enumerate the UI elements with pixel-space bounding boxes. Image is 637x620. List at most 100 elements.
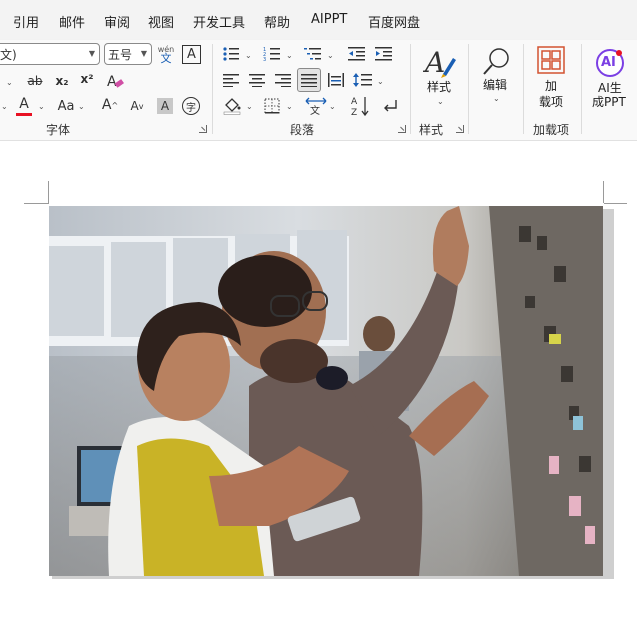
svg-text:3: 3 xyxy=(263,57,266,62)
ai-ppt-line2: 成PPT xyxy=(592,95,626,109)
paint-bucket-icon xyxy=(223,98,241,115)
search-icon xyxy=(483,48,509,75)
character-shading-button[interactable]: A xyxy=(157,98,173,114)
multilevel-list-button[interactable] xyxy=(304,45,322,63)
svg-text:A: A xyxy=(107,74,117,90)
justify-button[interactable] xyxy=(297,68,321,92)
enclose-characters-button[interactable]: 字 xyxy=(182,97,200,115)
chevron-down-icon[interactable]: ⌄ xyxy=(286,51,293,60)
font-color-button[interactable]: A xyxy=(15,95,33,117)
borders-icon xyxy=(264,98,280,114)
crop-mark xyxy=(603,181,604,203)
crop-mark xyxy=(48,181,49,203)
chevron-down-icon[interactable]: ⌄ xyxy=(6,78,13,87)
chinese-layout-icon: 文 xyxy=(305,97,327,115)
grow-font-button[interactable]: A ^ xyxy=(100,95,120,115)
show-hide-marks-button[interactable] xyxy=(380,96,400,116)
tab-review[interactable]: 审阅 xyxy=(104,12,130,31)
tab-aippt[interactable]: AIPPT xyxy=(311,12,347,27)
distributed-button[interactable] xyxy=(327,71,345,89)
decrease-indent-button[interactable] xyxy=(348,45,366,63)
subscript-button[interactable]: x₂ xyxy=(53,72,71,90)
tab-view[interactable]: 视图 xyxy=(148,12,174,31)
phonetic-guide-button[interactable]: wén 文 xyxy=(156,42,176,66)
font-group-label: 字体 xyxy=(46,123,71,137)
font-size-value: 五号 xyxy=(108,47,133,62)
svg-text:Z: Z xyxy=(351,108,357,117)
chevron-down-icon[interactable]: ⌄ xyxy=(1,102,8,111)
chevron-down-icon: ▼ xyxy=(88,49,95,58)
pinyin-bottom: 文 xyxy=(160,52,172,65)
addins-button[interactable] xyxy=(536,45,566,75)
chevron-down-icon[interactable]: ⌄ xyxy=(245,51,252,60)
group-separator xyxy=(212,44,213,134)
styles-icon: A xyxy=(423,46,456,78)
chevron-down-icon[interactable]: ⌄ xyxy=(437,97,444,106)
line-spacing-button[interactable] xyxy=(353,71,373,89)
shrink-font-button[interactable]: Av xyxy=(127,96,147,116)
ai-logo-text: AI xyxy=(601,55,616,70)
chevron-down-icon[interactable]: ⌄ xyxy=(377,77,384,86)
increase-indent-icon xyxy=(375,47,392,61)
tab-references[interactable]: 引用 xyxy=(13,12,39,31)
svg-text:文: 文 xyxy=(310,104,320,115)
chevron-down-icon[interactable]: ⌄ xyxy=(493,94,500,103)
change-case-button[interactable]: Aa xyxy=(55,97,77,115)
borders-button[interactable] xyxy=(263,97,281,115)
clear-formatting-button[interactable]: A xyxy=(104,70,126,92)
line-spacing-icon xyxy=(353,73,372,87)
chevron-down-icon: ▼ xyxy=(140,49,147,58)
sort-button[interactable]: AZ xyxy=(350,95,372,117)
svg-text:A: A xyxy=(351,97,358,107)
chevron-down-icon[interactable]: ⌄ xyxy=(329,102,336,111)
grow-font-letter: A xyxy=(101,97,112,113)
photo-office-collaboration xyxy=(49,206,603,576)
font-size-combobox[interactable]: 五号 ▼ xyxy=(104,43,152,65)
chevron-down-icon[interactable]: ⌄ xyxy=(286,102,293,111)
numbering-button[interactable]: 1 2 3 xyxy=(263,45,281,63)
numbered-list-icon: 1 2 3 xyxy=(263,47,280,62)
shrink-font-letter: A xyxy=(130,99,139,113)
chevron-down-icon[interactable]: ⌄ xyxy=(327,51,334,60)
align-right-icon xyxy=(275,74,291,87)
addins-grid-icon xyxy=(537,46,565,74)
align-center-button[interactable] xyxy=(248,71,266,89)
eraser-icon: A xyxy=(107,74,124,90)
tab-help[interactable]: 帮助 xyxy=(264,12,290,31)
align-left-icon xyxy=(223,74,239,87)
bullets-button[interactable] xyxy=(222,45,240,63)
chevron-down-icon[interactable]: ⌄ xyxy=(246,102,253,111)
justify-icon xyxy=(301,74,317,87)
increase-indent-button[interactable] xyxy=(375,45,393,63)
styles-dialog-launcher-icon[interactable] xyxy=(456,125,464,133)
distributed-align-icon xyxy=(328,73,344,87)
paragraph-dialog-launcher-icon[interactable] xyxy=(398,125,406,133)
character-border-button[interactable]: A xyxy=(182,45,201,64)
align-right-button[interactable] xyxy=(274,71,292,89)
strikethrough-button[interactable]: ab xyxy=(25,72,45,90)
font-name-combobox[interactable]: 文) ▼ xyxy=(0,43,100,65)
shading-button[interactable] xyxy=(222,96,242,116)
tab-mailings[interactable]: 邮件 xyxy=(59,12,85,31)
sort-az-icon: AZ xyxy=(351,97,369,117)
crop-mark xyxy=(24,203,49,204)
align-left-button[interactable] xyxy=(222,71,240,89)
tab-baidu-netdisk[interactable]: 百度网盘 xyxy=(368,12,420,31)
tab-developer[interactable]: 开发工具 xyxy=(193,12,245,31)
group-separator xyxy=(581,44,582,134)
chevron-down-icon[interactable]: ⌄ xyxy=(38,102,45,111)
ai-ppt-button[interactable]: AI xyxy=(595,48,625,78)
decrease-indent-icon xyxy=(348,47,365,61)
font-color-swatch xyxy=(16,112,32,116)
superscript-button[interactable]: x² xyxy=(78,70,96,88)
multilevel-list-icon xyxy=(304,48,321,60)
document-image[interactable] xyxy=(49,206,603,576)
chevron-down-icon[interactable]: ⌄ xyxy=(78,102,85,111)
group-separator xyxy=(523,44,524,134)
styles-button-label: 样式 xyxy=(427,80,452,94)
group-separator xyxy=(410,44,411,134)
chinese-layout-button[interactable]: 文 xyxy=(305,96,327,116)
editing-button[interactable] xyxy=(476,44,516,80)
font-dialog-launcher-icon[interactable] xyxy=(199,125,207,133)
addins-button-line2: 载项 xyxy=(539,95,564,109)
